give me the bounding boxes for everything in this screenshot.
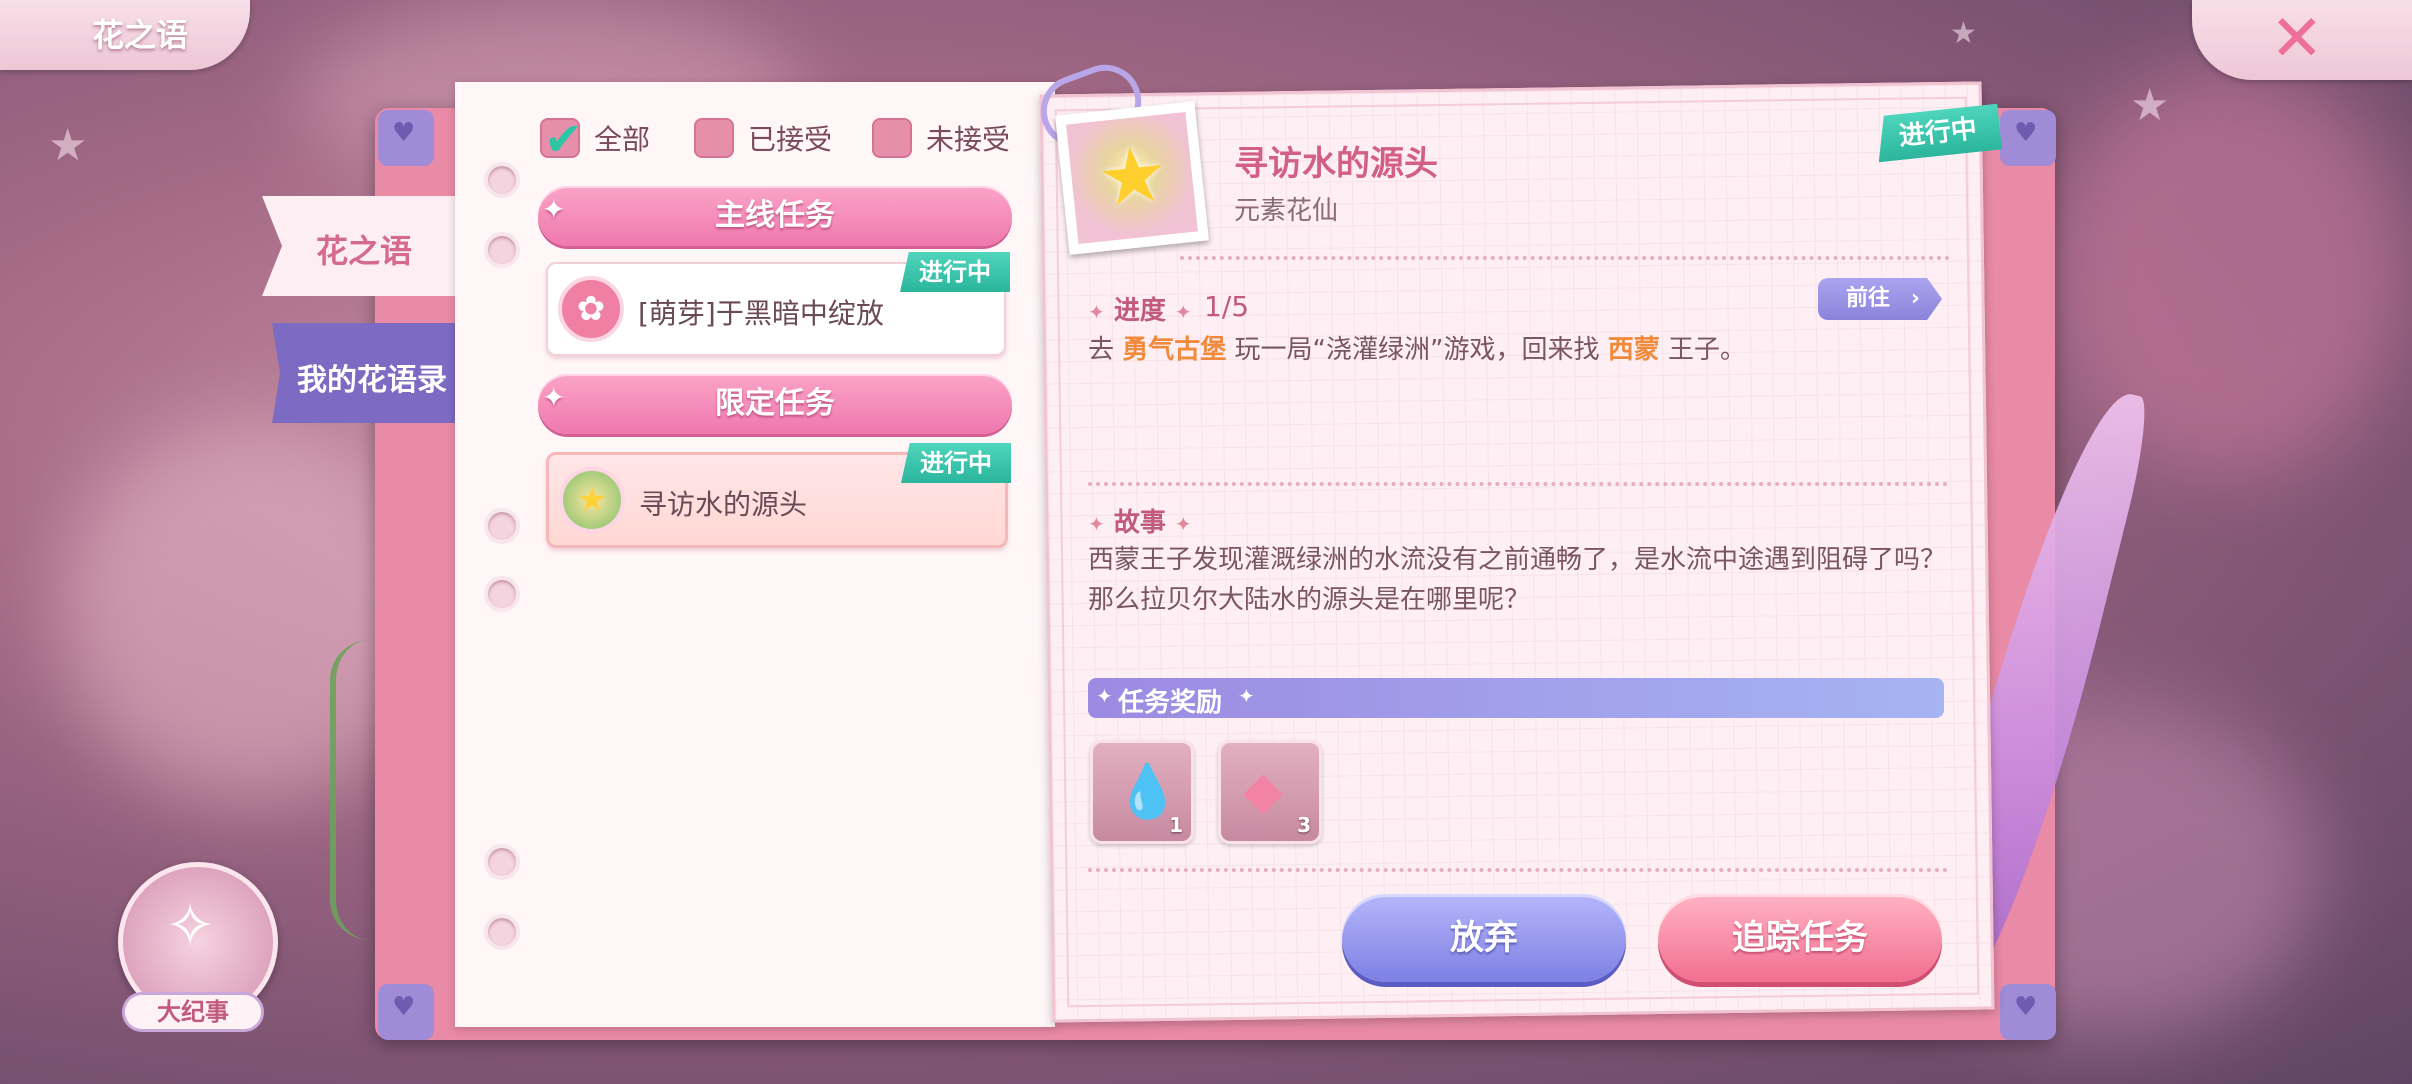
abandon-button[interactable]: 放弃 bbox=[1342, 894, 1626, 982]
filter-not-accepted-checkbox[interactable] bbox=[872, 118, 912, 158]
filter-all-label: 全部 bbox=[594, 123, 651, 156]
binder-ring bbox=[484, 508, 520, 544]
sparkle-icon: ✦ bbox=[542, 381, 566, 414]
quest-detail-subtitle: 元素花仙 bbox=[1234, 196, 1339, 226]
binder-ring bbox=[484, 914, 520, 950]
category-limited-quests: ✦ 限定任务 bbox=[538, 374, 1012, 434]
binder-ring bbox=[484, 576, 520, 612]
filter-accepted-checkbox[interactable] bbox=[694, 118, 734, 158]
quest-item-water-source[interactable]: ★ 寻访水的源头 进行中 bbox=[546, 443, 1011, 548]
status-badge: 进行中 bbox=[901, 443, 1011, 483]
divider bbox=[1180, 256, 1950, 260]
binder-ring bbox=[484, 232, 520, 268]
progress-label: ✦ 进度 ✦ bbox=[1088, 296, 1192, 326]
quest-item-sprout[interactable]: ✿ [萌芽]于黑暗中绽放 进行中 bbox=[546, 252, 1010, 356]
reward-label: 任务奖励 bbox=[1118, 688, 1223, 718]
filter-accepted[interactable]: 已接受 bbox=[694, 116, 832, 160]
status-badge: 进行中 bbox=[900, 252, 1010, 292]
page-title: 花之语 bbox=[92, 16, 189, 54]
reward-header: ✦ 任务奖励 ✦ bbox=[1088, 678, 1944, 718]
sparkle-icon: ✦ bbox=[542, 193, 566, 226]
category-limited-label: 限定任务 bbox=[715, 386, 835, 421]
quest-name: 寻访水的源头 bbox=[639, 488, 808, 521]
flower-icon: ✿ bbox=[558, 276, 624, 342]
side-tab-my-records[interactable]: 我的花语录 bbox=[272, 323, 472, 423]
track-quest-button[interactable]: 追踪任务 bbox=[1658, 894, 1942, 982]
star-decoration-icon: ★ bbox=[2130, 80, 2170, 131]
progress-value: 1/5 bbox=[1204, 290, 1250, 323]
category-main-label: 主线任务 bbox=[715, 198, 835, 233]
side-tab-flower-words[interactable]: 花之语 bbox=[262, 196, 462, 296]
reward-qty: 1 bbox=[1169, 813, 1183, 837]
side-tab-flower-words-label: 花之语 bbox=[316, 232, 413, 270]
story-text: 西蒙王子发现灌溉绿洲的水流没有之前通畅了，是水流中途遇到阻碍了吗？那么拉贝尔大陆… bbox=[1088, 545, 1947, 615]
binder-ring bbox=[484, 844, 520, 880]
binder-ring bbox=[484, 162, 520, 198]
binder-corner-icon bbox=[378, 984, 434, 1040]
goto-button[interactable]: 前往 › bbox=[1818, 278, 1942, 320]
close-x-icon: ✕ bbox=[2270, 2, 2324, 76]
page-title-tab: 花之语 bbox=[0, 0, 250, 70]
quest-detail-title: 寻访水的源头 bbox=[1234, 144, 1438, 184]
story-label: ✦ 故事 ✦ bbox=[1088, 508, 1192, 538]
side-tab-my-records-label: 我的花语录 bbox=[297, 363, 447, 398]
divider bbox=[1088, 868, 1948, 872]
reward-item-crystal[interactable]: ◆ 3 bbox=[1218, 740, 1322, 844]
reward-item-seed[interactable]: 💧 1 bbox=[1090, 740, 1194, 844]
binder-corner-icon bbox=[2000, 984, 2056, 1040]
quest-photo: ★ bbox=[1055, 101, 1209, 255]
chronicle-label: 大纪事 bbox=[122, 992, 264, 1032]
chevron-right-icon: › bbox=[1910, 286, 1920, 311]
binder-corner-icon bbox=[378, 110, 434, 166]
fairy-book-icon: ✧ bbox=[165, 891, 216, 961]
reward-qty: 3 bbox=[1297, 813, 1311, 837]
filter-all[interactable]: 全部 bbox=[540, 112, 651, 166]
close-button[interactable]: ✕ bbox=[2192, 0, 2412, 80]
divider bbox=[1088, 482, 1948, 486]
vine-decoration bbox=[330, 640, 376, 940]
star-decoration-icon: ★ bbox=[1950, 16, 1977, 51]
highlight-place: 勇气古堡 bbox=[1122, 335, 1227, 365]
highlight-person: 西蒙 bbox=[1607, 335, 1660, 365]
quest-description: 去 勇气古堡 玩一局“浇灌绿洲”游戏，回来找 西蒙 王子。 bbox=[1088, 335, 1747, 365]
goto-label: 前往 bbox=[1846, 286, 1891, 311]
crystal-gem-icon: ◆ bbox=[1243, 761, 1283, 821]
filter-not-accepted-label: 未接受 bbox=[926, 123, 1011, 156]
binder-corner-icon bbox=[2000, 110, 2056, 166]
star-clover-icon: ★ bbox=[1093, 128, 1173, 226]
star-decoration-icon: ★ bbox=[48, 120, 88, 171]
filter-not-accepted[interactable]: 未接受 bbox=[872, 116, 1010, 160]
quest-name: [萌芽]于黑暗中绽放 bbox=[638, 297, 884, 330]
category-main-quests: ✦ 主线任务 bbox=[538, 186, 1012, 246]
filter-accepted-label: 已接受 bbox=[748, 123, 833, 156]
star-clover-icon: ★ bbox=[559, 467, 625, 533]
filter-all-checkbox[interactable] bbox=[540, 112, 583, 166]
